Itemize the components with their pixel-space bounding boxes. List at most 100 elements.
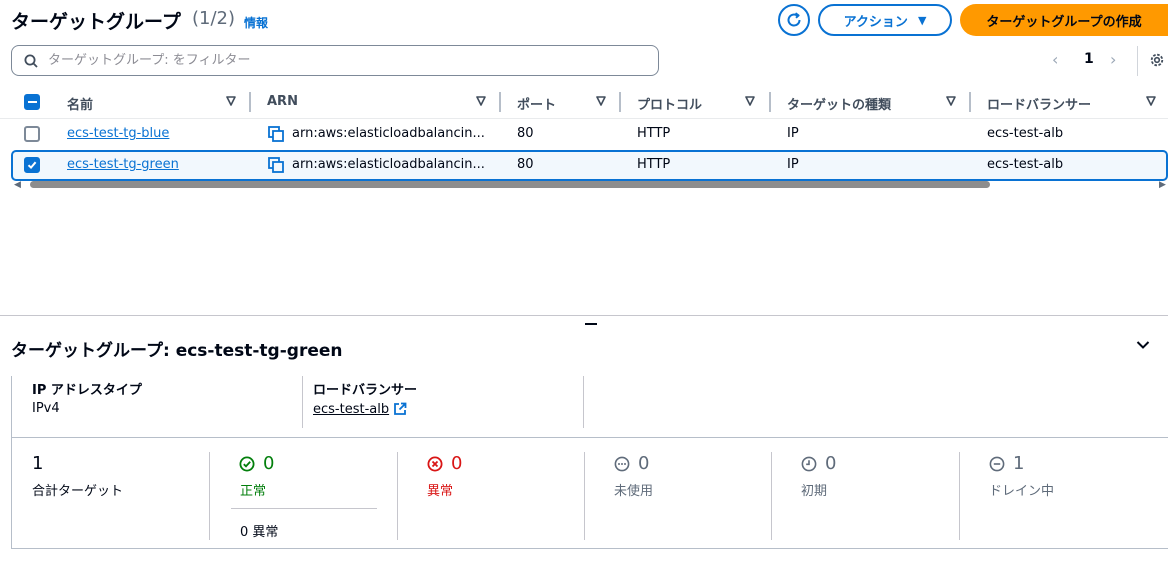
target-group-name-link[interactable]: ecs-test-tg-green <box>67 157 179 172</box>
external-link-icon[interactable] <box>393 402 407 416</box>
sort-down-icon[interactable] <box>745 96 755 106</box>
row-checkbox-checked[interactable] <box>24 157 40 173</box>
table-row[interactable]: ecs-test-tg-blue arn:aws:elasticloadbala… <box>0 118 1168 149</box>
column-header-protocol[interactable]: プロトコル <box>637 94 702 113</box>
column-divider <box>959 452 960 540</box>
column-divider <box>209 452 210 540</box>
column-header-port[interactable]: ポート <box>517 94 556 113</box>
check-circle-icon <box>239 456 255 471</box>
stats-box-border <box>11 437 12 549</box>
column-divider[interactable] <box>769 92 771 112</box>
ellipsis-circle-icon <box>614 456 630 471</box>
split-panel-divider <box>0 315 1168 316</box>
initial-label: 初期 <box>801 484 828 499</box>
column-header-arn[interactable]: ARN <box>267 94 298 109</box>
healthy-count: 0 <box>263 453 275 474</box>
column-divider <box>397 452 398 540</box>
load-balancer-value: ecs-test-alb <box>987 126 1064 141</box>
column-header-name[interactable]: 名前 <box>67 94 93 113</box>
ip-address-type-label: IP アドレスタイプ <box>32 383 142 398</box>
column-header-target-type[interactable]: ターゲットの種類 <box>787 94 891 113</box>
unhealthy-stat: 0 <box>427 453 462 474</box>
details-title: ターゲットグループ: ecs-test-tg-green <box>11 341 343 361</box>
total-targets-count: 1 <box>32 453 44 474</box>
pagination-divider <box>1137 46 1138 76</box>
caret-down-icon: ▼ <box>917 13 927 27</box>
target-type-value: IP <box>787 157 799 172</box>
info-link[interactable]: 情報 <box>244 14 268 31</box>
unused-stat: 0 <box>614 453 649 474</box>
info-box-border <box>11 437 1168 438</box>
draining-count: 1 <box>1013 453 1025 474</box>
column-header-load-balancer[interactable]: ロードバランサー <box>987 94 1091 113</box>
actions-button-label: アクション <box>843 14 908 30</box>
table-row-selected[interactable]: ecs-test-tg-green arn:aws:elasticloadbal… <box>11 150 1168 181</box>
drag-handle[interactable] <box>585 323 597 325</box>
x-circle-icon <box>427 456 443 471</box>
port-value: 80 <box>517 126 534 141</box>
search-icon <box>24 54 38 68</box>
column-divider[interactable] <box>619 92 621 112</box>
chevron-down-icon[interactable] <box>1136 340 1150 350</box>
settings-gear-icon[interactable] <box>1148 51 1166 69</box>
minus-circle-icon <box>989 456 1005 471</box>
unhealthy-count: 0 <box>451 453 463 474</box>
next-page-icon[interactable]: › <box>1110 50 1116 69</box>
target-type-value: IP <box>787 126 799 141</box>
column-divider[interactable] <box>249 92 251 112</box>
healthy-label: 正常 <box>240 484 267 499</box>
healthy-stat: 0 <box>239 453 274 474</box>
filter-container <box>11 45 659 76</box>
column-divider <box>302 376 303 428</box>
clock-icon <box>801 456 817 471</box>
sort-down-icon[interactable] <box>476 96 486 106</box>
protocol-value: HTTP <box>637 126 671 141</box>
page-number[interactable]: 1 <box>1084 51 1094 67</box>
target-group-name-link[interactable]: ecs-test-tg-blue <box>67 126 169 141</box>
draining-label: ドレイン中 <box>989 484 1055 499</box>
protocol-value: HTTP <box>637 157 671 172</box>
divider <box>231 508 377 509</box>
copy-icon[interactable] <box>268 157 284 173</box>
actions-button[interactable]: アクション ▼ <box>818 4 952 36</box>
unhealthy-label: 異常 <box>427 484 454 499</box>
initial-stat: 0 <box>801 453 836 474</box>
column-divider[interactable] <box>499 92 501 112</box>
info-box-border <box>11 376 12 438</box>
row-checkbox[interactable] <box>24 126 40 142</box>
load-balancer-link[interactable]: ecs-test-alb <box>313 402 389 417</box>
sort-down-icon[interactable] <box>226 96 236 106</box>
refresh-icon <box>787 12 801 27</box>
copy-icon[interactable] <box>268 126 284 142</box>
check-icon <box>27 161 37 170</box>
scroll-left-icon[interactable]: ◀ <box>14 180 21 190</box>
sort-down-icon[interactable] <box>596 96 606 106</box>
column-divider <box>584 452 585 540</box>
total-targets-label: 合計ターゲット <box>32 484 124 499</box>
sort-down-icon[interactable] <box>1146 96 1156 106</box>
page-title: ターゲットグループ <box>11 11 181 33</box>
arn-value: arn:aws:elasticloadbalancin... <box>292 126 485 141</box>
sort-down-icon[interactable] <box>946 96 956 106</box>
column-divider <box>771 452 772 540</box>
select-all-checkbox[interactable] <box>24 94 40 110</box>
draining-stat: 1 <box>989 453 1024 474</box>
port-value: 80 <box>517 157 534 172</box>
horizontal-scrollbar[interactable] <box>30 181 990 188</box>
ip-address-type-value: IPv4 <box>32 401 60 416</box>
previous-page-icon[interactable]: ‹ <box>1052 50 1058 69</box>
refresh-button[interactable] <box>778 4 810 36</box>
column-divider <box>583 376 584 428</box>
arn-value: arn:aws:elasticloadbalancin... <box>292 157 485 172</box>
table-header: 名前 ARN ポート プロトコル ターゲットの種類 ロードバランサー <box>11 88 1168 118</box>
unused-count: 0 <box>638 453 650 474</box>
filter-input[interactable] <box>48 53 628 68</box>
scroll-right-icon[interactable]: ▶ <box>1159 180 1166 190</box>
load-balancer-label: ロードバランサー <box>313 383 418 398</box>
unused-label: 未使用 <box>614 484 654 499</box>
column-divider[interactable] <box>969 92 971 112</box>
healthy-subtext: 0 異常 <box>240 525 279 540</box>
selection-count: (1/2) <box>192 8 236 29</box>
create-target-group-button[interactable]: ターゲットグループの作成 <box>960 4 1168 36</box>
initial-count: 0 <box>825 453 837 474</box>
